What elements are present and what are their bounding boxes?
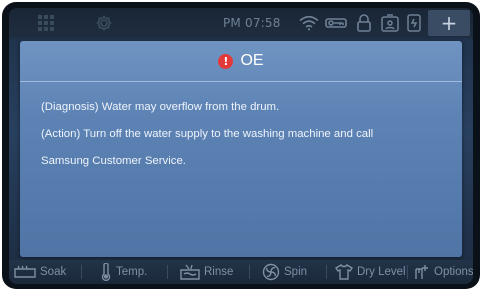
shirt-icon (335, 264, 353, 280)
child-lock-icon (380, 12, 400, 34)
soak-icon (14, 265, 36, 278)
apps-grid-icon[interactable] (35, 12, 57, 34)
bottom-bar: Soak Temp. Rinse Spin Dry Level Options (9, 260, 473, 284)
diagnosis-text: (Diagnosis) Water may overflow from the … (41, 101, 280, 113)
status-bar: PM 07:58 + (9, 8, 473, 38)
temp-label: Temp. (116, 266, 148, 278)
error-code: OE (240, 52, 264, 69)
options-label: Options (434, 266, 473, 278)
thermometer-icon (101, 263, 111, 281)
divider (167, 265, 168, 279)
divider (326, 265, 327, 279)
key-icon (324, 12, 348, 34)
dry-level-label: Dry Level (357, 266, 406, 278)
wifi-icon (298, 12, 320, 34)
divider (249, 265, 250, 279)
soak-label: Soak (40, 266, 67, 278)
door-lock-icon (354, 12, 374, 34)
rinse-label: Rinse (204, 266, 234, 278)
divider (81, 265, 82, 279)
action-text-line2: Samsung Customer Service. (41, 155, 186, 167)
action-text-line1: (Action) Turn off the water supply to th… (41, 128, 374, 140)
washer-display: PM 07:58 + ! OE (Diagnosis) Water may ov… (2, 2, 480, 289)
divider (407, 265, 408, 279)
spin-icon (262, 263, 280, 281)
clock-time: PM 07:58 (223, 16, 281, 30)
rinse-button[interactable]: Rinse (180, 260, 233, 284)
options-icon (415, 265, 428, 279)
dialog-header: ! OE (20, 41, 462, 81)
soak-button[interactable]: Soak (14, 260, 66, 284)
error-dialog: ! OE (Diagnosis) Water may overflow from… (20, 41, 462, 257)
screen: PM 07:58 + ! OE (Diagnosis) Water may ov… (9, 8, 473, 284)
alert-icon: ! (218, 53, 234, 69)
dialog-divider (20, 81, 462, 82)
temp-button[interactable]: Temp. (100, 260, 147, 284)
dry-level-button[interactable]: Dry Level (335, 260, 406, 284)
rinse-icon (180, 264, 200, 280)
spin-label: Spin (284, 266, 308, 278)
options-button[interactable]: Options (414, 260, 473, 284)
spin-button[interactable]: Spin (262, 260, 307, 284)
settings-gear-icon[interactable] (93, 12, 115, 34)
add-button[interactable]: + (428, 10, 470, 36)
smart-control-icon (405, 12, 423, 34)
